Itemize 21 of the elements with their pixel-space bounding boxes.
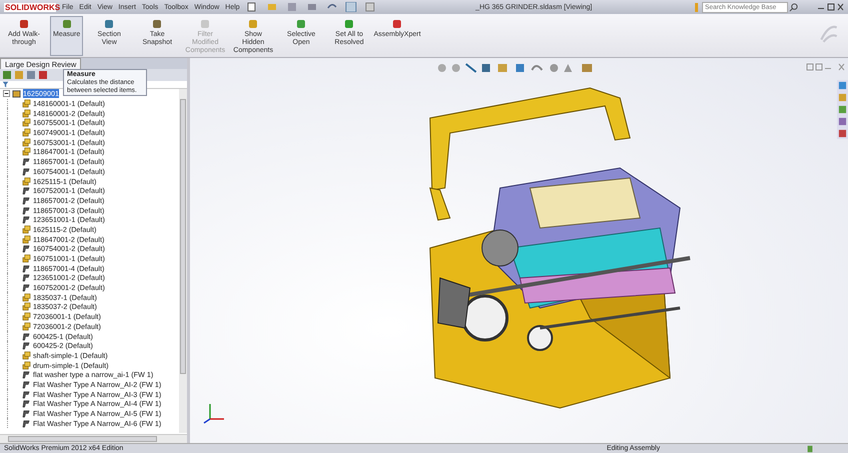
collapse-icon[interactable] — [3, 90, 10, 98]
viewport-controls-icon[interactable] — [806, 62, 846, 72]
toolbar-icon — [295, 18, 308, 30]
assembly-icon — [22, 254, 31, 264]
toolbar-icon — [247, 18, 260, 30]
horizontal-scrollbar[interactable] — [0, 434, 187, 443]
toolbar-icon — [103, 18, 116, 30]
part-icon — [22, 244, 31, 254]
axis-triad-icon — [202, 401, 226, 425]
toolbar-icon — [199, 18, 212, 30]
quick-access-toolbar-icon[interactable] — [246, 2, 376, 12]
search-icon[interactable] — [789, 2, 798, 12]
toolbar-icon — [18, 18, 30, 30]
assembly-icon — [22, 176, 31, 186]
toolbar-icon — [391, 18, 404, 30]
vertical-scrollbar[interactable] — [179, 89, 187, 433]
toolbar-icon — [343, 18, 356, 30]
toolbar-icon — [151, 18, 164, 30]
toolbar-icon — [60, 18, 73, 30]
graphics-area[interactable] — [190, 58, 848, 443]
status-icon — [806, 444, 814, 452]
